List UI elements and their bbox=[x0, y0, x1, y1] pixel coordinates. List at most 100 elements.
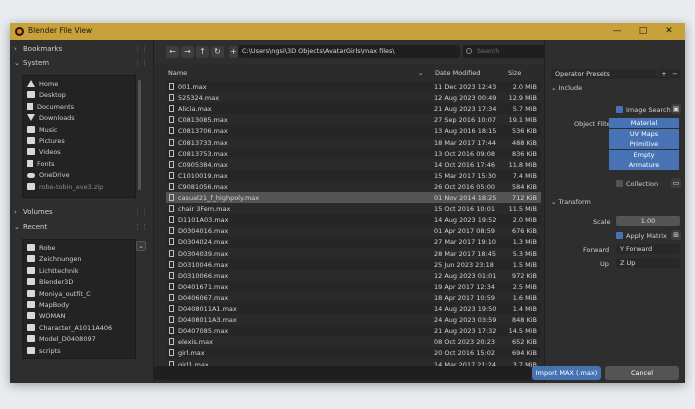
file-row[interactable]: D0304016.max 01 Apr 2017 08:59 676 KiB bbox=[166, 225, 541, 237]
system-header[interactable]: ⌄ System ⋮⋮ bbox=[14, 59, 150, 70]
file-row[interactable]: D0304039.max 28 Mar 2017 18:45 5.3 MiB bbox=[166, 247, 541, 259]
system-item[interactable]: Documents bbox=[27, 102, 75, 114]
title-bar[interactable]: Blender File View — □ ✕ bbox=[10, 23, 685, 40]
name-column[interactable]: Name bbox=[168, 69, 187, 77]
image-search-checkbox[interactable] bbox=[616, 106, 623, 113]
sort-arrow-icon[interactable]: ⌄ bbox=[418, 69, 423, 77]
file-row[interactable]: D0408011A3.max 24 Aug 2023 03:59 848 KiB bbox=[166, 314, 541, 326]
recent-item[interactable]: scripts bbox=[27, 346, 61, 358]
file-row[interactable]: casual21_f_highpoly.max 01 Nov 2014 18:25… bbox=[166, 192, 541, 203]
add-preset-button[interactable]: + bbox=[659, 69, 669, 79]
file-row[interactable]: girl.max 20 Oct 2016 15:02 694 KiB bbox=[166, 347, 541, 358]
system-item[interactable]: OneDrive bbox=[27, 171, 70, 182]
file-row[interactable]: Alicia.max 21 Aug 2023 17:34 5.7 MiB bbox=[166, 103, 541, 114]
file-row[interactable]: C0905384.max 14 Oct 2016 17:46 11.8 MiB bbox=[166, 158, 541, 170]
image-icon[interactable]: ▣ bbox=[671, 104, 681, 114]
file-row[interactable]: 001.max 11 Dec 2023 12:43 2.0 MiB bbox=[166, 81, 541, 92]
system-item[interactable]: Home bbox=[27, 80, 58, 91]
object-filter-label: Object Filter bbox=[574, 120, 614, 128]
system-item[interactable]: Music bbox=[27, 125, 58, 137]
close-button[interactable]: ✕ bbox=[658, 25, 680, 38]
file-row[interactable]: C0813753.max 13 Oct 2016 09:08 836 KiB bbox=[166, 148, 541, 159]
file-row[interactable]: C1010019.max 15 Mar 2017 15:30 7.4 MiB bbox=[166, 170, 541, 181]
recent-item[interactable]: MapBody bbox=[27, 301, 69, 312]
file-row[interactable]: D0407085.max 21 Aug 2023 17:32 14.5 MiB bbox=[166, 325, 541, 336]
file-name: C9081056.max bbox=[178, 182, 228, 191]
system-item[interactable]: Desktop bbox=[27, 91, 66, 102]
file-row[interactable]: C0813085.max 27 Sep 2016 10:07 19.1 MiB bbox=[166, 114, 541, 126]
system-item[interactable]: Videos bbox=[27, 148, 61, 159]
grid-icon[interactable]: ⊞ bbox=[671, 230, 681, 240]
file-row[interactable]: C0813706.max 13 Aug 2016 18:15 536 KiB bbox=[166, 125, 541, 136]
maximize-button[interactable]: □ bbox=[632, 25, 654, 38]
import-button[interactable]: Import MAX (.max) bbox=[532, 366, 601, 380]
operator-presets-dropdown[interactable]: Operator Presets bbox=[551, 69, 657, 79]
object-filter-option[interactable]: Material bbox=[609, 118, 679, 128]
object-filter-option[interactable]: Armature bbox=[609, 160, 679, 171]
file-row[interactable]: D0406067.max 18 Apr 2017 10:59 1.6 MiB bbox=[166, 291, 541, 303]
file-date: 14 Aug 2023 19:50 bbox=[434, 305, 497, 313]
recent-item[interactable]: Model_D0408097 bbox=[27, 335, 96, 346]
recent-header[interactable]: ⌄ Recent ⋮⋮ bbox=[14, 223, 150, 234]
recent-item[interactable]: Zeichnungen bbox=[27, 255, 82, 266]
bookmarks-label: Bookmarks bbox=[23, 45, 63, 53]
file-row[interactable]: D0310066.max 12 Aug 2023 01:01 972 KiB bbox=[166, 269, 541, 281]
refresh-button[interactable]: ↻ bbox=[211, 46, 224, 58]
system-item-label: Documents bbox=[37, 102, 75, 111]
size-column[interactable]: Size bbox=[508, 69, 521, 77]
system-item[interactable]: Downloads bbox=[27, 114, 75, 125]
remove-preset-button[interactable]: − bbox=[670, 69, 680, 79]
recent-item[interactable]: Robe bbox=[27, 244, 55, 255]
back-button[interactable]: ← bbox=[166, 46, 179, 58]
filename-field[interactable] bbox=[154, 366, 531, 380]
recent-item[interactable]: Character_A1011A406 bbox=[27, 323, 112, 335]
volumes-header[interactable]: › Volumes ⋮⋮ bbox=[14, 208, 150, 219]
include-section[interactable]: ⌄ Include bbox=[551, 84, 582, 92]
folder-icon bbox=[27, 301, 35, 308]
file-row[interactable]: chair 3Fem.max 15 Oct 2016 10:01 11.5 MiB bbox=[166, 203, 541, 215]
minimize-button[interactable]: — bbox=[606, 25, 628, 38]
scale-field[interactable]: 1.00 bbox=[616, 216, 680, 226]
system-item-label: Home bbox=[39, 80, 59, 88]
apply-matrix-checkbox[interactable] bbox=[616, 232, 623, 239]
file-name: Alicia.max bbox=[178, 105, 212, 114]
object-filter-option[interactable]: Primitive bbox=[609, 139, 679, 150]
collection-folder-icon[interactable]: ▭ bbox=[671, 178, 681, 188]
path-field[interactable]: C:\Users\ngsi\3D Objects\AvatarGirls\max… bbox=[238, 45, 460, 58]
object-filter-option[interactable]: UV Maps bbox=[609, 128, 679, 139]
recent-menu-button[interactable]: ⌄ bbox=[136, 241, 146, 251]
file-row[interactable]: elexis.max 08 Oct 2023 20:23 652 KiB bbox=[166, 336, 541, 348]
file-date: 08 Oct 2023 20:23 bbox=[434, 338, 495, 347]
file-icon bbox=[169, 249, 174, 257]
collection-checkbox[interactable] bbox=[616, 180, 623, 187]
recent-item[interactable]: Lichttechnik bbox=[27, 266, 79, 278]
object-filter-option[interactable]: Empty bbox=[609, 149, 679, 160]
system-item[interactable]: robe-tobin_eve3.zip bbox=[27, 182, 103, 194]
chevron-right-icon: › bbox=[14, 45, 17, 53]
new-folder-button[interactable]: + bbox=[229, 46, 238, 58]
transform-section[interactable]: ⌄ Transform bbox=[551, 198, 591, 206]
grip-icon: ⋮⋮ bbox=[134, 45, 148, 53]
file-row[interactable]: D0304024.max 27 Mar 2017 19:10 1.3 MiB bbox=[166, 236, 541, 247]
file-row[interactable]: C9081056.max 26 Oct 2016 05:00 584 KiB bbox=[166, 180, 541, 192]
recent-item[interactable]: WOMAN bbox=[27, 312, 65, 323]
recent-item[interactable]: Blender3D bbox=[27, 278, 73, 289]
recent-item[interactable]: Moniya_outfit_C bbox=[27, 289, 91, 301]
system-scrollbar[interactable] bbox=[138, 80, 141, 190]
file-size: 488 KiB bbox=[511, 138, 537, 147]
parent-dir-button[interactable]: ↑ bbox=[196, 46, 209, 58]
forward-dropdown[interactable]: Y Forward bbox=[616, 244, 680, 254]
file-row[interactable]: D1101A03.max 14 Aug 2023 19:52 2.0 MiB bbox=[166, 214, 541, 225]
system-item[interactable]: Pictures bbox=[27, 137, 65, 148]
bookmarks-header[interactable]: › Bookmarks ⋮⋮ bbox=[14, 45, 150, 56]
file-row[interactable]: D0310046.max 25 Jun 2023 23:18 1.5 MiB bbox=[166, 259, 541, 270]
file-row[interactable]: D0408011A1.max 14 Aug 2023 19:50 1.4 MiB bbox=[166, 303, 541, 314]
file-row[interactable]: 525324.max 12 Aug 2023 00:49 12.9 MiB bbox=[166, 92, 541, 104]
date-column[interactable]: Date Modified bbox=[435, 69, 480, 77]
up-dropdown[interactable]: Z Up bbox=[616, 258, 680, 268]
cancel-button[interactable]: Cancel bbox=[605, 366, 679, 380]
file-row[interactable]: C0813733.max 18 Mar 2017 17:44 488 KiB bbox=[166, 136, 541, 148]
forward-button[interactable]: → bbox=[181, 46, 194, 58]
system-item[interactable]: Fonts bbox=[27, 159, 55, 171]
file-row[interactable]: D0401671.max 19 Apr 2017 12:34 2.5 MiB bbox=[166, 281, 541, 292]
